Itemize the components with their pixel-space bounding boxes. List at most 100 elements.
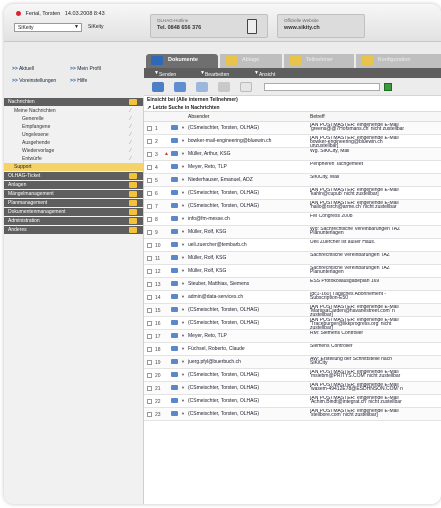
recent-search-link[interactable]: ↗ Letzte Suche in Nachrichten [144,104,441,112]
chevron-down-icon[interactable]: ▼ [181,229,185,234]
chevron-down-icon[interactable]: ▼ [181,281,185,286]
table-row[interactable]: 15 ▼ (CSmeischter, Torsten, OLHAG) [AN POST… [144,304,441,317]
row-checkbox[interactable] [147,126,152,131]
new-message-icon[interactable] [152,82,164,92]
row-checkbox[interactable] [147,178,152,183]
row-checkbox[interactable] [147,256,152,261]
table-row[interactable]: 17 ▼ Meyer, Reto, TLP RM: Siemens Controlle… [144,330,441,343]
table-row[interactable]: 11 ▼ Müller, Rolf, KSG Sachrechtliche Verei… [144,252,441,265]
row-checkbox[interactable] [147,139,152,144]
table-row[interactable]: 8 ▼ info@fm-messe.ch FM Congress 2008 [144,213,441,226]
tree-item-empfangene[interactable]: Empfangene ⁄ [4,123,143,131]
table-row[interactable]: 4 ▼ Meyer, Reto, TLP Peripheren Tachgemeet [144,161,441,174]
forward-icon[interactable] [196,82,208,92]
table-row[interactable]: 3 ▲ ▼ Müller, Arthur, KSG Wg. SiKiCity, Mail [144,148,441,161]
chevron-down-icon[interactable]: ▼ [181,242,185,247]
row-checkbox[interactable] [147,386,152,391]
menu-bearbeiten[interactable]: ▼ Bearbeiten [200,70,229,78]
tree-item-ungelesene[interactable]: Ungelesene ⁄ [4,131,143,139]
row-checkbox[interactable] [147,321,152,326]
tab-konfiguration[interactable]: Konfiguration [356,54,441,68]
delete-icon[interactable] [218,82,230,92]
website-link[interactable]: www.sikity.ch [284,25,358,31]
chevron-down-icon[interactable]: ▼ [181,307,185,312]
chevron-down-icon[interactable]: ▼ [181,398,185,403]
site-select[interactable]: SiKeity ▼ [14,23,82,32]
column-subject[interactable]: Betreff [310,114,325,120]
chevron-down-icon[interactable]: ▼ [181,203,185,208]
row-checkbox[interactable] [147,152,152,157]
row-checkbox[interactable] [147,334,152,339]
table-row[interactable]: 9 ▼ Müller, Rolf, KSG Wg: Sachrechtliche Ve… [144,226,441,239]
table-row[interactable]: 13 ▼ Steuber, Matthias, Siemens ESS Protoko… [144,278,441,291]
table-row[interactable]: 19 ▼ juerg.pfyl@buerbuch.ch AW: Erstellung … [144,356,441,369]
row-checkbox[interactable] [147,204,152,209]
chevron-down-icon[interactable]: ▼ [181,138,185,143]
table-row[interactable]: 10 ▼ ueli.zuercher@tembarb.ch Ueli Zuercher… [144,239,441,252]
chevron-down-icon[interactable]: ▼ [181,164,185,169]
chevron-down-icon[interactable]: ▼ [181,216,185,221]
row-checkbox[interactable] [147,269,152,274]
chevron-down-icon[interactable]: ▼ [181,255,185,260]
sidebar-section-olhag-ticket[interactable]: OLHAG-Ticket [4,172,143,180]
tree-item-generelle[interactable]: Generelle ⁄ [4,115,143,123]
row-checkbox[interactable] [147,347,152,352]
row-checkbox[interactable] [147,373,152,378]
table-row[interactable]: 7 ▼ (CSmeischter, Torsten, OLHAG) [AN POSTM… [144,200,441,213]
tree-item-wiedervorlage[interactable]: Wiedervorlage ⁄ [4,147,143,155]
column-sender[interactable]: Absender [188,114,209,120]
tree-item-ausgehende[interactable]: Ausgehende ⁄ [4,139,143,147]
row-checkbox[interactable] [147,165,152,170]
chevron-down-icon[interactable]: ▼ [181,359,185,364]
sidebar-section-dokumente[interactable]: Dokumentenmanagement [4,208,143,216]
chevron-down-icon[interactable]: ▼ [181,372,185,377]
table-row[interactable]: 16 ▼ (CSmeischter, Torsten, OLHAG) [AN POST… [144,317,441,330]
sidebar-section-nachrichten[interactable]: Nachrichten [4,98,143,106]
tab-dokumente[interactable]: Dokumente [146,54,218,68]
chevron-down-icon[interactable]: ▼ [181,411,185,416]
row-checkbox[interactable] [147,399,152,404]
table-row[interactable]: 22 ▼ (CSmeischter, Torsten, OLHAG) [AN POST… [144,395,441,408]
chevron-down-icon[interactable]: ▼ [181,190,185,195]
row-checkbox[interactable] [147,360,152,365]
table-row[interactable]: 2 ▼ bowker-mail-engineering@bluewin.ch [AN … [144,135,441,148]
chevron-down-icon[interactable]: ▼ [181,125,185,130]
tab-ablage[interactable]: Ablage [220,54,282,68]
website-box[interactable]: Offizielle Website www.sikity.ch [277,14,365,38]
sidebar-section-admin[interactable]: Administration [4,217,143,225]
row-checkbox[interactable] [147,282,152,287]
table-row[interactable]: 6 ▼ (CSmeischter, Torsten, OLHAG) [AN POSTM… [144,187,441,200]
chevron-down-icon[interactable]: ▼ [181,268,185,273]
link-mein-profil[interactable]: >> Mein Profil [70,66,101,72]
chevron-down-icon[interactable]: ▼ [181,333,185,338]
row-checkbox[interactable] [147,412,152,417]
chevron-down-icon[interactable]: ▼ [181,346,185,351]
link-hilfe[interactable]: >> Hilfe [70,78,87,84]
table-row[interactable]: 18 ▼ Füchsel, Roberto, Claude Siemens Contr… [144,343,441,356]
chevron-down-icon[interactable]: ▼ [181,177,185,182]
table-row[interactable]: 14 ▼ admin@data-services.ch [dc1-160] Tägli… [144,291,441,304]
chevron-down-icon[interactable]: ▼ [181,385,185,390]
menu-senden[interactable]: ▼ Senden [154,70,176,78]
row-checkbox[interactable] [147,243,152,248]
sidebar-section-support[interactable]: Support [4,163,143,171]
tree-item-entwuerfe[interactable]: Entwürfe ⁄ [4,155,143,163]
table-row[interactable]: 20 ▼ (CSmeischter, Torsten, OLHAG) [AN POST… [144,369,441,382]
row-checkbox[interactable] [147,295,152,300]
row-checkbox[interactable] [147,217,152,222]
table-row[interactable]: 12 ▼ Müller, Rolf, KSG Sachrechtliche Verei… [144,265,441,278]
sidebar-section-plan[interactable]: Planmanagement [4,199,143,207]
sidebar-section-anderes[interactable]: Anderes [4,226,143,234]
link-voreinstellungen[interactable]: >> Voreinstellungen [12,78,56,84]
row-checkbox[interactable] [147,191,152,196]
link-aktuell[interactable]: >> Aktuell [12,66,34,72]
row-checkbox[interactable] [147,230,152,235]
chevron-down-icon[interactable]: ▼ [181,151,185,156]
row-checkbox[interactable] [147,308,152,313]
menu-ansicht[interactable]: ▼ Ansicht [254,70,275,78]
search-input[interactable] [264,83,380,91]
table-row[interactable]: 23 ▼ (CSmeischter, Torsten, OLHAG) [AN POST… [144,408,441,421]
table-row[interactable]: 5 ▼ Niederhauser, Emanuel, ADZ SiKiCity, Ma… [144,174,441,187]
reply-icon[interactable] [174,82,186,92]
sidebar-section-maengel[interactable]: Mängelmanagement [4,190,143,198]
